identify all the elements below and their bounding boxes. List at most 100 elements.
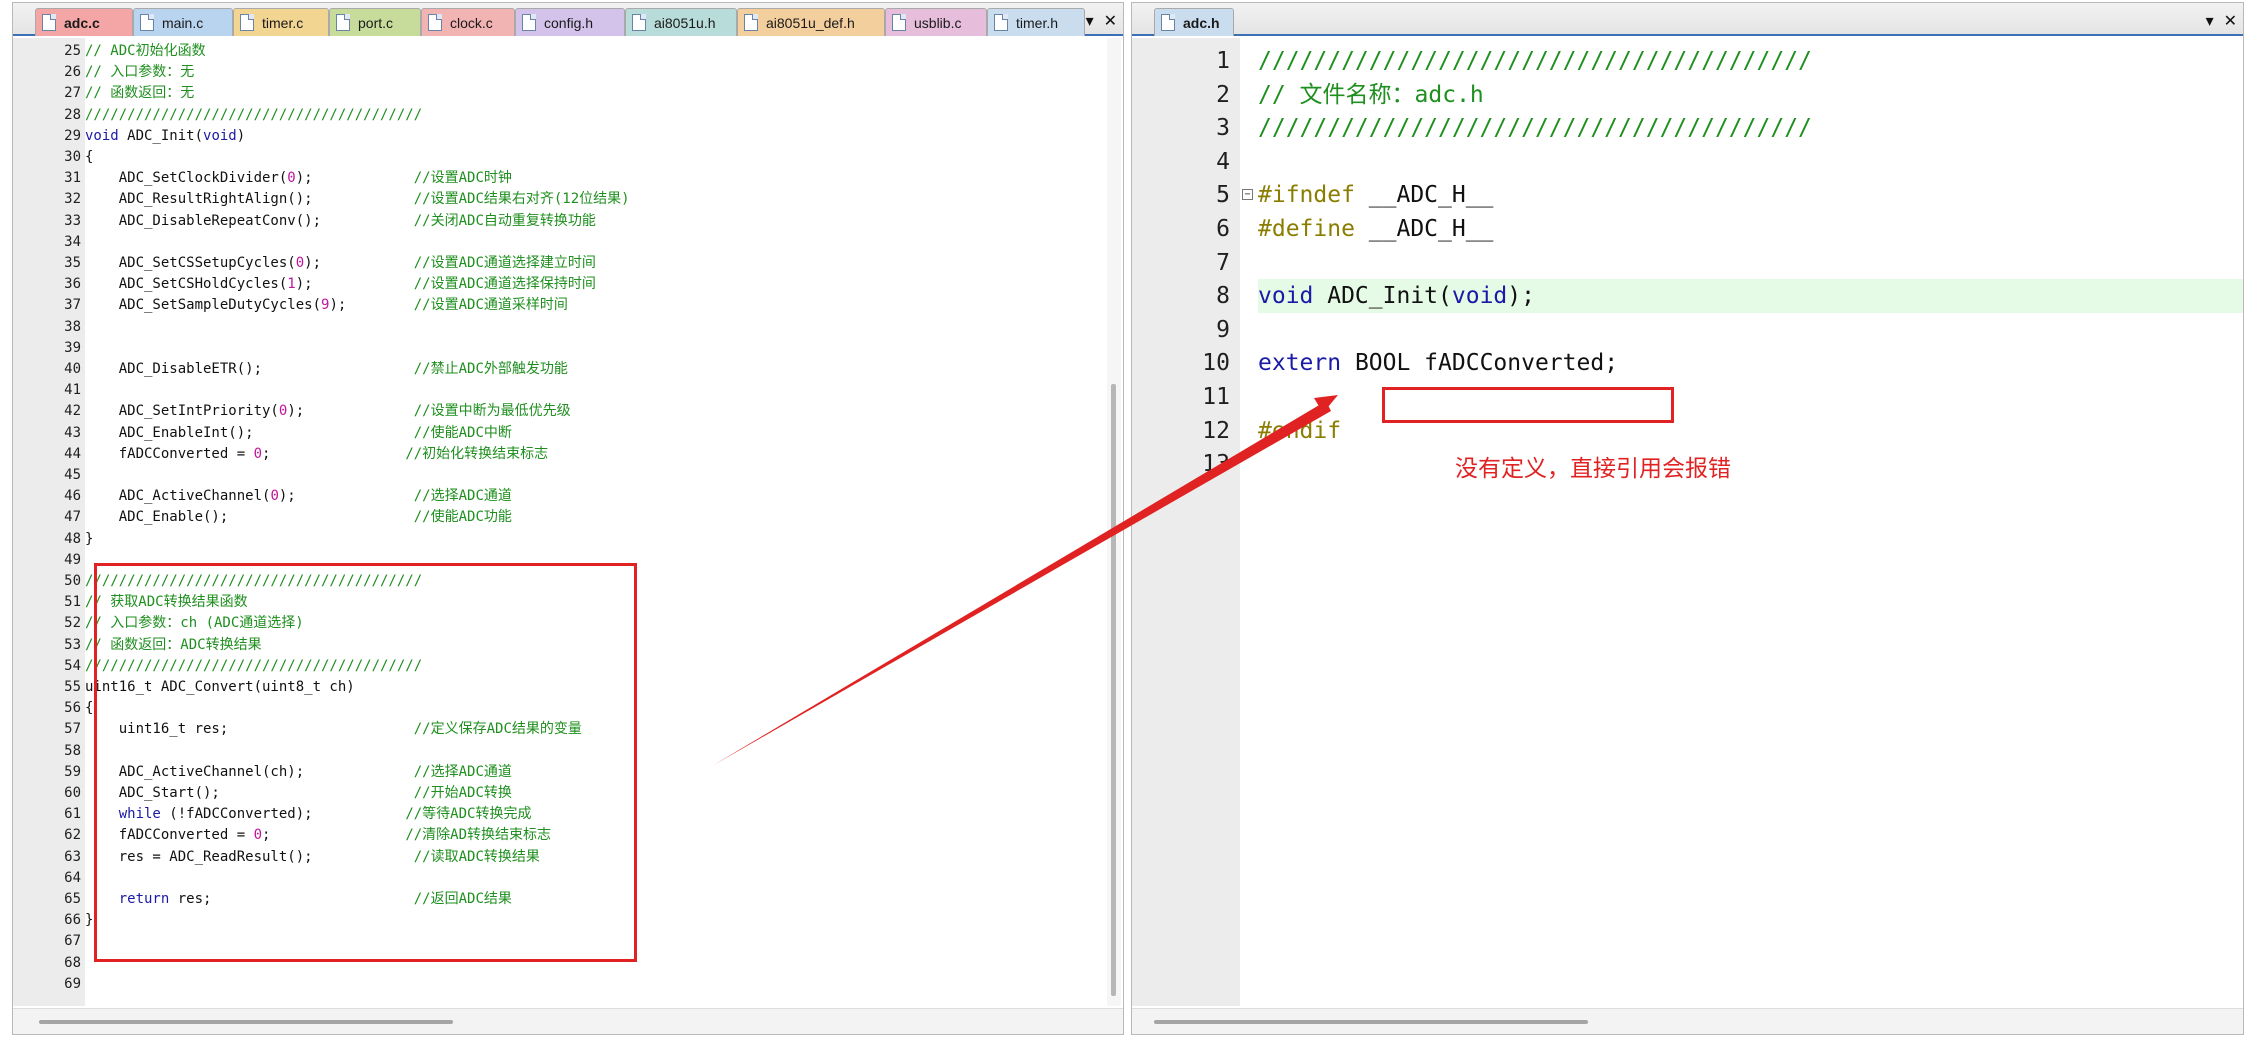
left-horizontal-scrollbar[interactable] — [13, 1008, 1123, 1034]
code-comment: //使能ADC中断 — [413, 424, 512, 441]
code-line[interactable]: ADC_SetSampleDutyCycles(9); //设置ADC通道采样时… — [85, 295, 1105, 316]
code-line[interactable] — [85, 974, 1105, 995]
tab-clock-c[interactable]: clock.c — [421, 8, 515, 36]
code-token: ADC_SetIntPriority( — [85, 403, 279, 420]
line-number: 51 — [64, 594, 81, 611]
code-line[interactable] — [1258, 313, 2243, 347]
code-comment: //初始化转换结束标志 — [405, 445, 549, 462]
code-line[interactable]: extern BOOL fADCConverted; — [1258, 346, 2243, 380]
code-line[interactable]: ADC_ResultRightAlign(); //设置ADC结果右对齐(12位… — [85, 189, 1105, 210]
tab-list-dropdown-icon[interactable]: ▾ — [1086, 11, 1094, 30]
code-token: ); — [287, 403, 414, 420]
code-comment: //设置ADC通道采样时间 — [413, 297, 568, 314]
line-number: 56 — [64, 700, 81, 717]
tab-ai8051u-h[interactable]: ai8051u.h — [625, 8, 737, 36]
line-number: 25 — [64, 43, 81, 59]
tab-timer-h[interactable]: timer.h — [987, 8, 1085, 36]
code-line[interactable] — [1258, 145, 2243, 179]
code-line[interactable] — [85, 465, 1105, 486]
left-vertical-scroll-thumb[interactable] — [1111, 384, 1116, 996]
code-token: ADC_SetCSHoldCycles( — [85, 276, 288, 293]
line-number: 38 — [64, 318, 81, 335]
close-icon[interactable]: ✕ — [2224, 11, 2237, 30]
code-line[interactable]: { — [85, 147, 1105, 168]
code-line[interactable]: //////////////////////////////////////// — [1258, 111, 2243, 145]
code-line[interactable] — [1258, 447, 2243, 481]
code-line[interactable]: // 入口参数：无 — [85, 62, 1105, 83]
code-line[interactable]: ADC_EnableInt(); //使能ADC中断 — [85, 423, 1105, 444]
code-token: ADC_ResultRightAlign(); — [85, 191, 414, 208]
code-token: void — [1451, 283, 1508, 310]
right-horizontal-scroll-thumb[interactable] — [1154, 1020, 1588, 1024]
code-line[interactable]: // 函数返回：无 — [85, 83, 1105, 104]
code-token: 0 — [270, 488, 279, 505]
tab-config-h[interactable]: config.h — [515, 8, 625, 36]
code-line[interactable]: //////////////////////////////////////// — [85, 105, 1105, 126]
code-line[interactable]: ADC_SetCSHoldCycles(1); //设置ADC通道选择保持时间 — [85, 274, 1105, 295]
code-line[interactable]: void ADC_Init(void); — [1258, 279, 2243, 314]
code-token: } — [85, 912, 94, 929]
code-line[interactable] — [85, 380, 1105, 401]
right-horizontal-scrollbar[interactable] — [1132, 1008, 2243, 1034]
line-number: 11 — [1202, 384, 1230, 410]
code-comment: // 入口参数：无 — [85, 64, 195, 81]
code-comment: // 函数返回：无 — [85, 85, 195, 102]
tab-port-c[interactable]: port.c — [329, 8, 421, 36]
line-number: 43 — [64, 424, 81, 441]
tab-timer-c[interactable]: timer.c — [233, 8, 329, 36]
code-line[interactable]: void ADC_Init(void) — [85, 126, 1105, 147]
code-token: ADC_Enable(); — [85, 509, 414, 526]
tab-label: adc.c — [64, 14, 100, 31]
left-vertical-scrollbar[interactable] — [1107, 38, 1121, 1006]
line-number: 67 — [64, 933, 81, 950]
code-line[interactable] — [85, 317, 1105, 338]
code-token: { — [85, 700, 94, 717]
code-line[interactable]: //////////////////////////////////////// — [1258, 44, 2243, 78]
tab-usblib-c[interactable]: usblib.c — [885, 8, 987, 36]
tab-ai8051u-def-h[interactable]: ai8051u_def.h — [737, 8, 885, 36]
code-token: ADC_ActiveChannel( — [85, 488, 271, 505]
close-icon[interactable]: ✕ — [1104, 11, 1117, 30]
left-line-number-gutter: 252627282930−313233343536373839404142434… — [13, 38, 96, 1006]
line-number: 28 — [64, 106, 81, 123]
code-line[interactable]: // 文件名称：adc.h — [1258, 78, 2243, 112]
code-line[interactable]: ADC_Enable(); //使能ADC功能 — [85, 507, 1105, 528]
code-line[interactable]: ADC_SetIntPriority(0); //设置中断为最低优先级 — [85, 401, 1105, 422]
line-number: 39 — [64, 339, 81, 356]
code-line[interactable] — [85, 232, 1105, 253]
tab-list-dropdown-icon[interactable]: ▾ — [2206, 11, 2214, 30]
left-horizontal-scroll-thumb[interactable] — [39, 1020, 453, 1024]
code-line[interactable]: } — [85, 529, 1105, 550]
code-token: ); — [295, 170, 414, 187]
file-icon — [632, 14, 646, 31]
code-line[interactable]: #define __ADC_H__ — [1258, 212, 2243, 246]
code-token: 1 — [287, 276, 296, 293]
line-number: 6 — [1216, 216, 1230, 242]
line-number: 59 — [64, 763, 81, 780]
tab-adc-c[interactable]: adc.c — [35, 8, 133, 36]
line-number: 27 — [64, 85, 81, 102]
code-line[interactable]: ADC_SetClockDivider(0); //设置ADC时钟 — [85, 168, 1105, 189]
code-token: BOOL fADCConverted; — [1341, 350, 1619, 377]
fold-toggle-icon[interactable]: − — [1242, 188, 1253, 200]
right-code-editor[interactable]: ////////////////////////////////////////… — [1258, 38, 2243, 1006]
code-line[interactable] — [1258, 246, 2243, 280]
code-comment: //////////////////////////////////////// — [1258, 48, 1812, 74]
code-line[interactable]: ADC_SetCSSetupCycles(0); //设置ADC通道选择建立时间 — [85, 253, 1105, 274]
line-number: 68 — [64, 954, 81, 971]
line-number: 49 — [64, 551, 81, 568]
tab-adc-h[interactable]: adc.h — [1154, 8, 1234, 36]
code-line[interactable]: ADC_ActiveChannel(0); //选择ADC通道 — [85, 486, 1105, 507]
code-token: 0 — [287, 170, 296, 187]
code-line[interactable] — [85, 338, 1105, 359]
missing-definition-highlight-box — [1382, 387, 1674, 423]
line-number: 7 — [1216, 249, 1230, 276]
file-icon — [1161, 14, 1175, 31]
code-line[interactable]: // ADC初始化函数 — [85, 41, 1105, 62]
tab-main-c[interactable]: main.c — [133, 8, 233, 36]
code-comment: //设置中断为最低优先级 — [413, 403, 571, 420]
code-line[interactable]: ADC_DisableETR(); //禁止ADC外部触发功能 — [85, 359, 1105, 380]
code-line[interactable]: fADCConverted = 0; //初始化转换结束标志 — [85, 444, 1105, 465]
code-line[interactable]: ADC_DisableRepeatConv(); //关闭ADC自动重复转换功能 — [85, 211, 1105, 232]
code-line[interactable]: #ifndef __ADC_H__ — [1258, 178, 2243, 212]
